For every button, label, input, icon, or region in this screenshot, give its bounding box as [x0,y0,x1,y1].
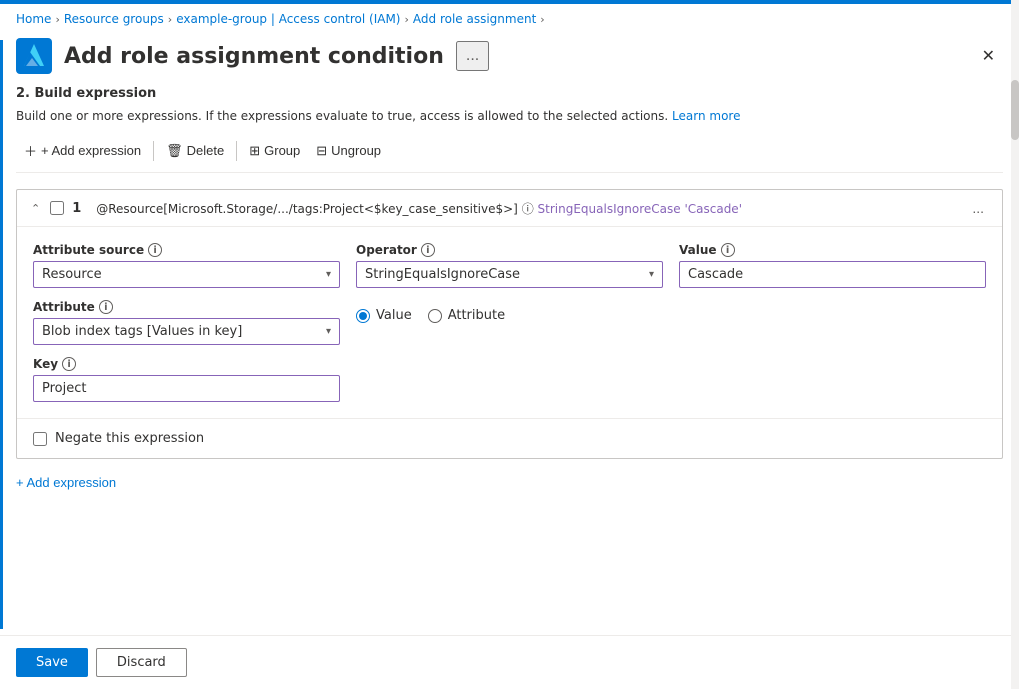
attribute-source-select[interactable]: Resource ▾ [33,261,340,288]
expression-text: @Resource[Microsoft.Storage/.../tags:Pro… [96,200,958,217]
expression-function: StringEqualsIgnoreCase [538,202,681,216]
delete-button[interactable]: 🗑 Delete [158,139,232,163]
add-expression-toolbar-button[interactable]: ＋ + Add expression [16,137,149,164]
expression-value-text: 'Cascade' [684,202,742,216]
header-left: Add role assignment condition ... [16,38,489,74]
attribute-source-info-icon[interactable]: i [148,243,162,257]
toolbar-sep-2 [236,141,237,161]
operator-label: Operator i [356,243,663,257]
radio-value-option[interactable]: Value [356,308,412,323]
breadcrumb-resource-groups[interactable]: Resource groups [64,12,164,26]
breadcrumb-add-role[interactable]: Add role assignment [413,12,536,26]
key-input[interactable] [33,375,340,402]
expression-info-icon: ⓘ [522,202,534,216]
attribute-info-icon[interactable]: i [99,300,113,314]
radio-attribute-label: Attribute [448,308,505,323]
negate-checkbox[interactable] [33,432,47,446]
expression-resource-text: @Resource[Microsoft.Storage/.../tags:Pro… [96,202,521,216]
attribute-source-value: Resource [42,267,102,282]
add-expression-label: + Add expression [41,143,141,158]
discard-button[interactable]: Discard [96,648,187,677]
breadcrumb: Home › Resource groups › example-group |… [0,4,1019,34]
main-content: 2. Build expression Build one or more ex… [0,86,1019,621]
ungroup-label: Ungroup [331,143,381,158]
attribute-select[interactable]: Blob index tags [Values in key] ▾ [33,318,340,345]
section-description: Build one or more expressions. If the ex… [16,107,1003,125]
footer: Save Discard [0,635,1019,689]
toolbar: ＋ + Add expression 🗑 Delete ⊞ Group ⊟ Un… [16,137,1003,173]
expression-container: ⌃ 1 @Resource[Microsoft.Storage/.../tags… [16,189,1003,459]
section-heading: Build expression [35,86,157,101]
radio-value-dot [359,312,367,320]
section-number: 2. [16,86,30,101]
delete-icon: 🗑 [166,143,183,159]
attribute-source-group: Attribute source i Resource ▾ [33,243,340,288]
ungroup-button[interactable]: ⊟ Ungroup [308,139,389,163]
expression-body: Attribute source i Resource ▾ Attribute … [17,227,1002,419]
radio-attribute-option[interactable]: Attribute [428,308,505,323]
value-type-radio-group: Value Attribute [356,308,663,323]
expression-checkbox[interactable] [50,201,64,215]
add-icon: ＋ [24,141,37,160]
operator-chevron-icon: ▾ [649,269,654,280]
header-more-button[interactable]: ... [456,41,489,71]
operator-select[interactable]: StringEqualsIgnoreCase ▾ [356,261,663,288]
operator-group: Operator i StringEqualsIgnoreCase ▾ [356,243,663,402]
attribute-label: Attribute i [33,300,340,314]
scrollbar[interactable] [1011,0,1019,689]
breadcrumb-home[interactable]: Home [16,12,51,26]
group-icon: ⊞ [249,143,260,159]
radio-value-label: Value [376,308,412,323]
page-header: Add role assignment condition ... ✕ [0,34,1019,86]
section-title: 2. Build expression [16,86,1003,101]
ungroup-icon: ⊟ [316,143,327,159]
value-input[interactable] [679,261,986,288]
group-button[interactable]: ⊞ Group [241,139,308,163]
left-accent-bar [0,40,3,629]
negate-label: Negate this expression [55,431,204,446]
value-group: Value i [679,243,986,402]
azure-icon [16,38,52,74]
operator-value: StringEqualsIgnoreCase [365,267,520,282]
breadcrumb-sep-2: › [168,13,172,26]
operator-info-icon[interactable]: i [421,243,435,257]
breadcrumb-access-control[interactable]: example-group | Access control (IAM) [176,12,400,26]
toolbar-sep-1 [153,141,154,161]
attribute-chevron-icon: ▾ [326,326,331,337]
learn-more-link[interactable]: Learn more [672,109,740,123]
expression-more-button[interactable]: ... [966,198,990,218]
expression-number: 1 [72,201,88,216]
value-info-icon[interactable]: i [721,243,735,257]
radio-attribute-circle [428,309,442,323]
attribute-source-label: Attribute source i [33,243,340,257]
breadcrumb-sep-1: › [55,13,59,26]
key-label: Key i [33,357,340,371]
value-label: Value i [679,243,986,257]
attribute-value: Blob index tags [Values in key] [42,324,242,339]
breadcrumb-sep-3: › [404,13,408,26]
scrollbar-thumb[interactable] [1011,80,1019,140]
save-button[interactable]: Save [16,648,88,677]
radio-value-circle [356,309,370,323]
key-group: Key i [33,357,340,402]
breadcrumb-sep-4: › [540,13,544,26]
add-expression-bottom-button[interactable]: + Add expression [16,471,116,494]
negate-section: Negate this expression [17,419,1002,458]
group-label: Group [264,143,300,158]
delete-label: Delete [187,143,225,158]
page-title: Add role assignment condition [64,44,444,69]
key-info-icon[interactable]: i [62,357,76,371]
close-button[interactable]: ✕ [974,42,1003,70]
expression-header: ⌃ 1 @Resource[Microsoft.Storage/.../tags… [17,190,1002,227]
collapse-button[interactable]: ⌃ [29,200,42,217]
attribute-group: Attribute i Blob index tags [Values in k… [33,300,340,345]
attribute-source-chevron-icon: ▾ [326,269,331,280]
